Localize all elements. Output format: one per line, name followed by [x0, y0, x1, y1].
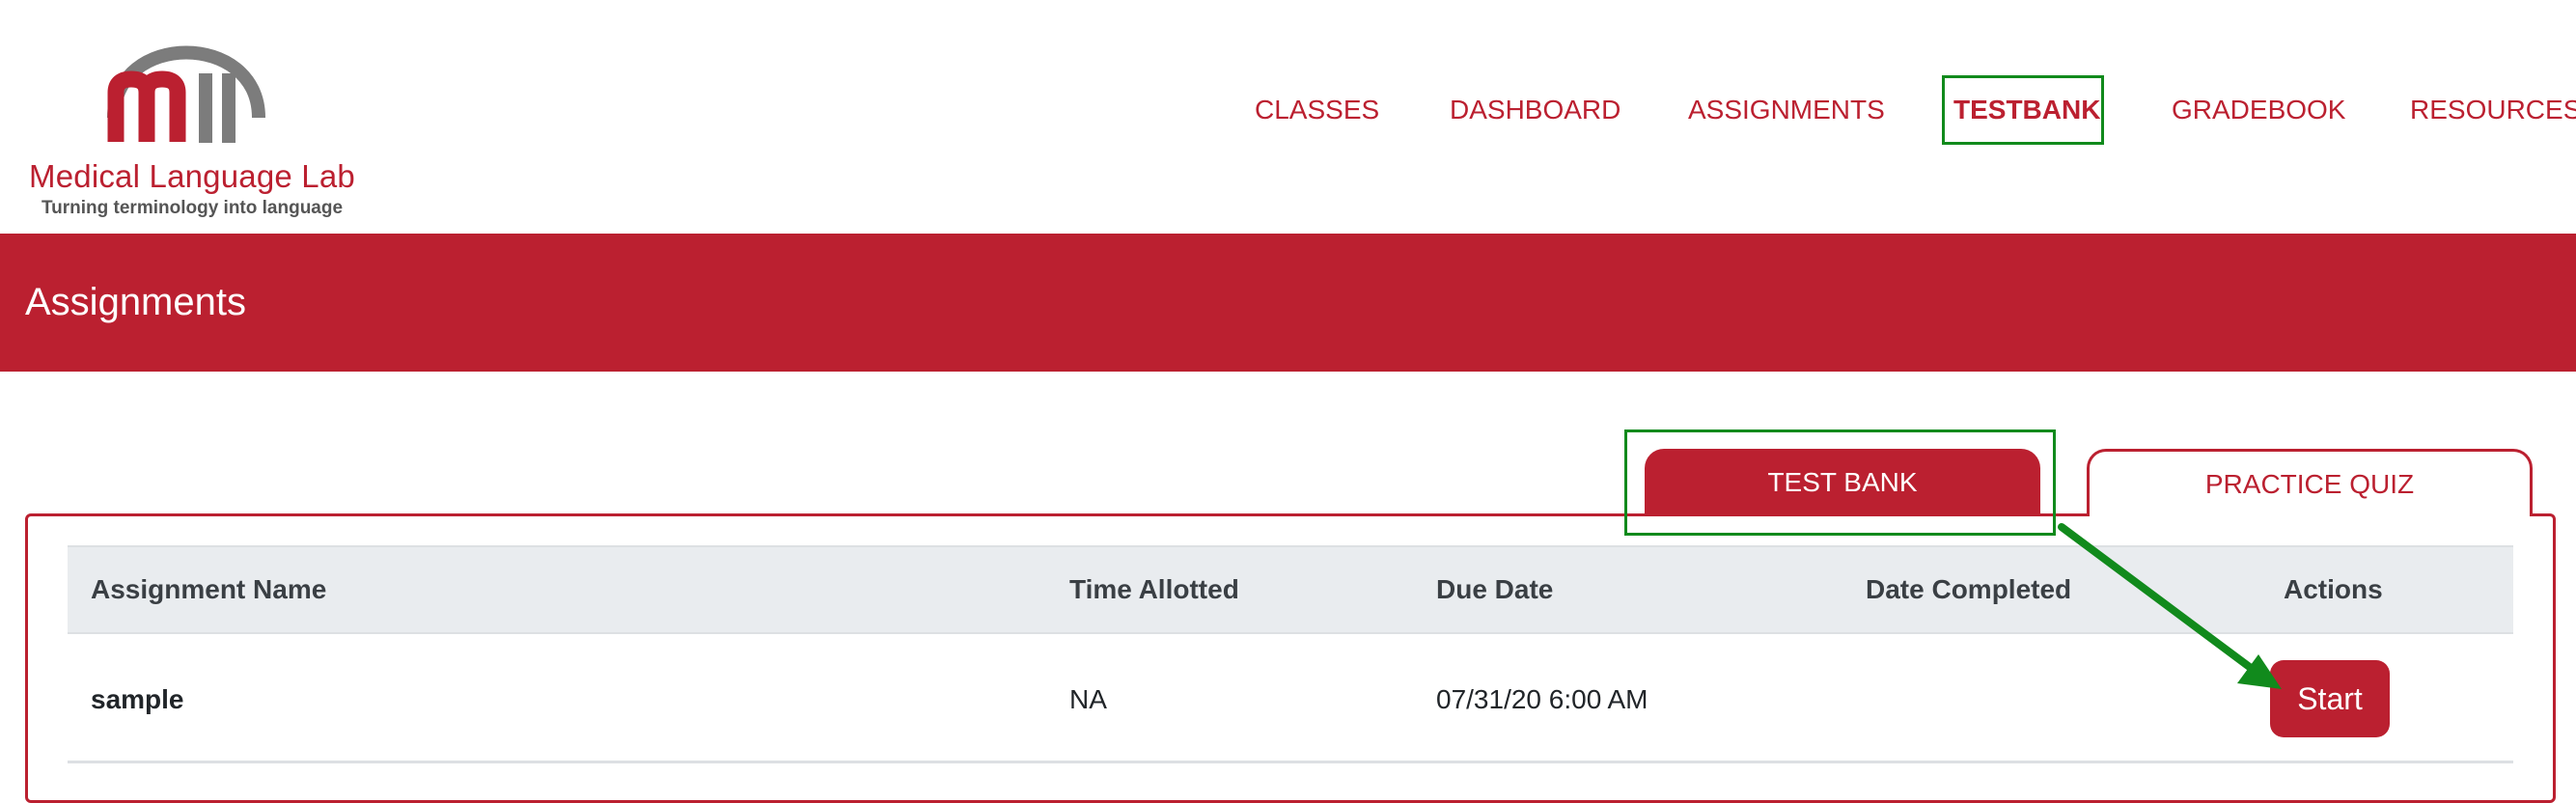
arrow-icon: [2058, 523, 2282, 689]
